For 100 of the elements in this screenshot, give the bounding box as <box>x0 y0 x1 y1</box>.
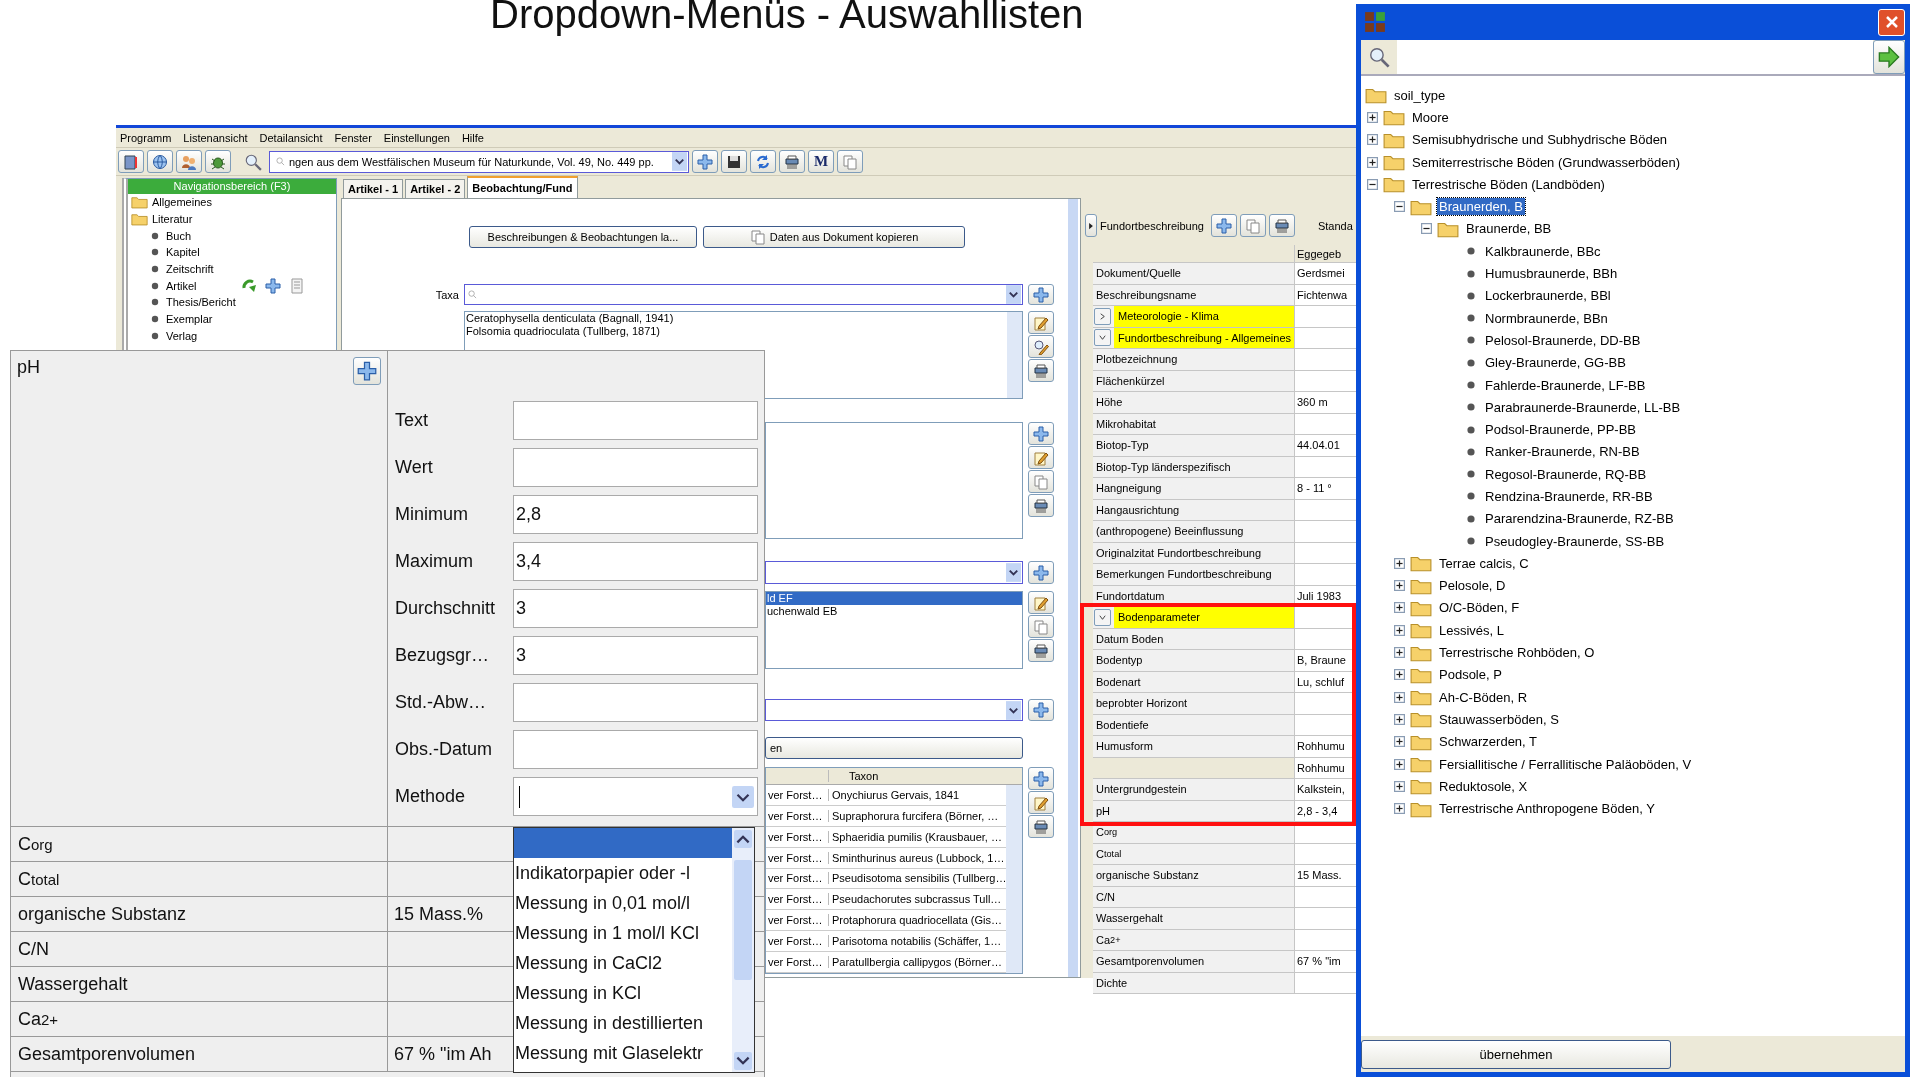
tree-item[interactable]: Podsole, P <box>1437 666 1504 684</box>
go-button[interactable] <box>1873 40 1905 74</box>
tree-item[interactable]: Gley-Braunerde, GG-BB <box>1483 354 1628 372</box>
add-button[interactable] <box>1028 561 1055 584</box>
expand-toggle[interactable] <box>1394 669 1405 681</box>
tree-item[interactable]: soil_type <box>1392 86 1448 104</box>
tree-item[interactable]: Terrestrische Anthropogene Böden, Y <box>1437 800 1657 818</box>
dropdown-option[interactable]: Messung in CaCl2 <box>514 948 732 978</box>
dropdown-option[interactable]: Messung in destillierten <box>514 1008 732 1038</box>
add-button[interactable] <box>1210 214 1237 237</box>
expand-toggle[interactable] <box>1394 713 1405 725</box>
tree-item[interactable]: Regosol-Braunerde, RQ-BB <box>1483 465 1649 483</box>
property-value[interactable]: 2,8 - 3,4 <box>1297 804 1338 817</box>
edit-button[interactable] <box>1028 791 1055 814</box>
tree-item[interactable]: Pararendzina-Braunerde, RZ-BB <box>1483 510 1676 528</box>
tree-item[interactable]: Braunerde, BB <box>1464 220 1554 238</box>
tree-item[interactable]: Moore <box>1410 108 1451 126</box>
tree-item[interactable]: O/C-Böden, F <box>1437 599 1522 617</box>
dropdown-option[interactable]: Indikatorpapier oder -l <box>514 858 732 888</box>
tab[interactable]: Artikel - 2 <box>405 179 466 198</box>
tree-item[interactable]: Ah-C-Böden, R <box>1437 688 1530 706</box>
property-value[interactable]: 15 Mass. <box>1297 869 1342 882</box>
input-field[interactable] <box>513 401 758 440</box>
expand-toggle[interactable] <box>1394 580 1405 592</box>
property-value[interactable]: 360 m <box>1297 396 1328 409</box>
input-field[interactable] <box>513 730 758 769</box>
dropdown-option[interactable]: Messung in 1 mol/l KCl <box>514 918 732 948</box>
tree-item[interactable]: Stauwasserböden, S <box>1437 710 1561 728</box>
search-edit-button[interactable] <box>1028 335 1055 358</box>
expand-toggle[interactable] <box>1394 758 1405 770</box>
globe-button[interactable] <box>147 150 173 173</box>
scrollbar[interactable] <box>1006 785 1023 973</box>
collapse-button[interactable] <box>1094 608 1111 626</box>
list-item[interactable]: uchenwald EB <box>766 605 838 618</box>
expand-toggle[interactable] <box>1367 156 1378 168</box>
property-value[interactable]: Rohhumu <box>1297 740 1345 753</box>
menu-item[interactable]: Programm <box>120 131 172 144</box>
expand-toggle[interactable] <box>1394 691 1405 703</box>
add-button[interactable] <box>1028 284 1055 305</box>
expand-toggle[interactable] <box>1367 111 1378 123</box>
copy-button[interactable] <box>1239 214 1266 237</box>
property-value[interactable]: B, Braune <box>1297 654 1346 667</box>
scrollbar[interactable] <box>1007 312 1023 398</box>
shredder-button[interactable] <box>1028 815 1055 838</box>
apply-button[interactable]: übernehmen <box>1361 1039 1671 1069</box>
m-button[interactable]: M <box>808 150 834 173</box>
property-value[interactable]: Juli 1983 <box>1297 589 1342 602</box>
nav-item[interactable]: Thesis/Bericht <box>166 296 236 309</box>
add-button[interactable] <box>1028 767 1055 790</box>
bug-button[interactable] <box>205 150 231 173</box>
tree-item[interactable]: Fersiallitische / Ferrallitische Paläoböden, V <box>1437 755 1694 773</box>
tree-item[interactable]: Pelosol-Braunerde, DD-BB <box>1483 331 1643 349</box>
section-header[interactable]: Meteorologie - Klima <box>1114 306 1294 327</box>
shredder-button[interactable] <box>1028 494 1055 517</box>
edit-button[interactable] <box>1028 591 1055 614</box>
edit-button[interactable] <box>1028 446 1055 469</box>
property-value[interactable]: Fichtenwa <box>1297 288 1348 301</box>
tab[interactable]: Artikel - 1 <box>343 179 404 198</box>
list-item[interactable]: Folsomia quadrioculata (Tullberg, 1871) <box>465 325 661 338</box>
list-item[interactable]: ld EF <box>766 592 1023 605</box>
property-value[interactable]: Kalkstein, <box>1297 783 1345 796</box>
collapse-toggle[interactable] <box>1367 178 1378 190</box>
expand-toggle[interactable] <box>1394 602 1405 614</box>
add-button[interactable] <box>1028 422 1055 445</box>
copy-button[interactable] <box>837 150 863 173</box>
close-button[interactable] <box>1878 8 1905 36</box>
nav-item[interactable]: Exemplar <box>166 313 213 326</box>
taxon-combo[interactable] <box>765 699 1024 721</box>
search-combo[interactable]: ngen aus dem Westfälischen Museum für Naturkunde, Vol. 49, No. 449 pp. <box>269 150 689 173</box>
tree-item[interactable]: Fahlerde-Braunerde, LF-BB <box>1483 376 1648 394</box>
tree-item[interactable]: Lockerbraunerde, BBl <box>1483 287 1613 305</box>
input-field[interactable]: 2,8 <box>513 495 758 534</box>
list-item[interactable]: Ceratophysella denticulata (Bagnall, 1941) <box>465 312 674 325</box>
tree-item[interactable]: Rendzina-Braunerde, RR-BB <box>1483 488 1655 505</box>
menu-item[interactable]: Einstellungen <box>383 131 450 144</box>
expand-toggle[interactable] <box>1394 736 1405 748</box>
expand-toggle[interactable] <box>1394 647 1405 659</box>
shredder-button[interactable] <box>1028 359 1055 382</box>
tree-item[interactable]: Terrestrische Böden (Landböden) <box>1410 175 1607 193</box>
input-field[interactable]: 3,4 <box>513 542 758 581</box>
property-value[interactable]: Rohhumu <box>1297 761 1345 774</box>
menu-item[interactable]: Hilfe <box>461 131 484 144</box>
input-field[interactable] <box>513 683 758 722</box>
tree-item[interactable]: Terrae calcis, C <box>1437 554 1531 572</box>
shredder-button[interactable] <box>779 150 805 173</box>
tree-item[interactable]: Terrestrische Rohböden, O <box>1437 644 1597 662</box>
nav-item[interactable]: Literatur <box>152 213 193 226</box>
property-value[interactable]: 67 % "im Ah <box>394 1043 492 1065</box>
dropdown-option[interactable]: Messung in KCl <box>514 978 732 1008</box>
collapse-panel-button[interactable] <box>1085 214 1097 237</box>
nav-item[interactable]: Allgemeines <box>152 196 212 209</box>
expand-toggle[interactable] <box>1394 624 1405 636</box>
tree-item[interactable]: Podsol-Braunerde, PP-BB <box>1483 421 1639 439</box>
copy-button[interactable] <box>1028 615 1055 638</box>
property-value[interactable]: 15 Mass.% <box>394 903 484 925</box>
input-field[interactable]: 3 <box>513 636 758 675</box>
tree-item[interactable]: Lessivés, L <box>1437 621 1507 639</box>
copy-data-button[interactable]: Daten aus Dokument kopieren <box>703 226 965 248</box>
tree-item[interactable]: Humusbraunerde, BBh <box>1483 265 1620 282</box>
dropdown-option[interactable]: Messung mit Glaselektr <box>514 1038 732 1068</box>
